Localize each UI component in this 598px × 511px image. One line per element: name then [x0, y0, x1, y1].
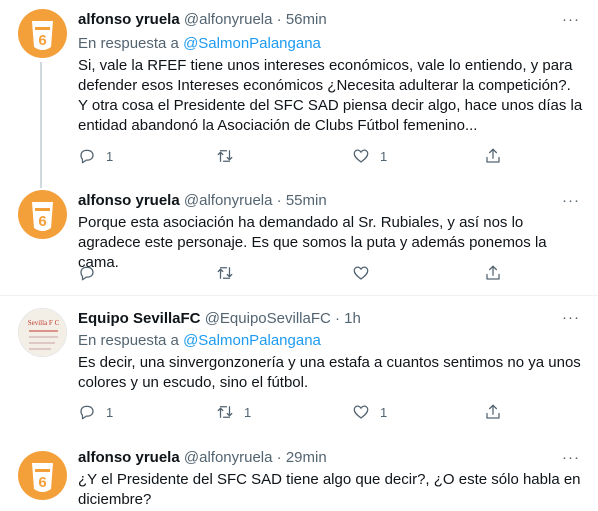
orange-6-logo-icon: 6: [18, 451, 67, 500]
retweet-button[interactable]: 1: [216, 402, 251, 422]
tweet[interactable]: Sevilla F C Equipo SevillaFC @EquipoSevi…: [0, 296, 598, 432]
reply-count: 1: [106, 404, 114, 420]
reply-icon: [80, 149, 94, 164]
handle[interactable]: @alfonyruela: [184, 11, 273, 28]
share-icon: [486, 148, 500, 163]
reply-mention-link[interactable]: @SalmonPalangana: [183, 332, 321, 349]
reply-mention-link[interactable]: @SalmonPalangana: [183, 35, 321, 52]
svg-text:6: 6: [38, 32, 46, 49]
retweet-icon: [217, 406, 233, 418]
retweet-icon: [217, 150, 233, 162]
retweet-button[interactable]: [216, 263, 244, 283]
tweet-header: alfonso yruela @alfonyruela · 29min: [78, 448, 327, 468]
reply-button[interactable]: [78, 263, 106, 283]
handle[interactable]: @alfonyruela: [184, 192, 273, 209]
reply-button[interactable]: 1: [78, 402, 113, 422]
separator: ·: [276, 449, 282, 466]
reply-icon: [80, 266, 94, 281]
heart-icon: [353, 405, 369, 419]
tweet-feed: 6 alfonso yruela @alfonyruela · 56min ··…: [0, 0, 598, 511]
retweet-count: 1: [244, 404, 252, 420]
display-name[interactable]: Equipo SevillaFC: [78, 310, 201, 327]
share-button[interactable]: [484, 402, 502, 422]
heart-icon: [353, 149, 369, 163]
share-icon: [486, 404, 500, 419]
display-name[interactable]: alfonso yruela: [78, 11, 180, 28]
like-count: 1: [380, 148, 388, 164]
tweet-text: Si, vale la RFEF tiene unos intereses ec…: [78, 57, 583, 134]
retweet-button[interactable]: [216, 146, 244, 166]
retweet-icon: [217, 267, 233, 279]
tweet-text: Es decir, una sinvergonzonería y una est…: [78, 354, 581, 391]
like-button[interactable]: 1: [352, 402, 387, 422]
tweet[interactable]: 6 alfonso yruela @alfonyruela · 55min ··…: [0, 182, 598, 296]
sevilla-fc-crest-icon: Sevilla F C: [19, 309, 66, 356]
separator: ·: [335, 310, 340, 327]
timestamp[interactable]: 1h: [344, 310, 361, 327]
more-options-icon[interactable]: ···: [562, 10, 580, 30]
separator: ·: [276, 11, 282, 28]
orange-6-logo-icon: 6: [18, 190, 67, 239]
separator: ·: [276, 192, 282, 209]
more-options-icon[interactable]: ···: [562, 448, 580, 468]
avatar[interactable]: Sevilla F C: [18, 308, 67, 357]
more-options-icon[interactable]: ···: [562, 191, 580, 211]
timestamp[interactable]: 29min: [286, 449, 327, 466]
share-icon: [486, 265, 500, 280]
more-options-icon[interactable]: ···: [562, 308, 580, 328]
tweet[interactable]: 6 alfonso yruela @alfonyruela · 56min ··…: [0, 0, 598, 184]
avatar[interactable]: 6: [18, 190, 67, 239]
handle[interactable]: @EquipoSevillaFC: [205, 310, 331, 327]
svg-text:6: 6: [38, 474, 46, 491]
thread-line: [40, 62, 42, 184]
timestamp[interactable]: 56min: [286, 11, 327, 28]
tweet-actions: 1 1: [78, 146, 508, 166]
reply-context: En respuesta a @SalmonPalangana: [78, 331, 321, 351]
heart-icon: [353, 266, 369, 280]
avatar[interactable]: 6: [18, 9, 67, 58]
reply-prefix: En respuesta a: [78, 332, 179, 349]
tweet-actions: 1 1 1: [78, 402, 508, 422]
svg-text:6: 6: [38, 213, 46, 230]
reply-icon: [80, 405, 94, 420]
handle[interactable]: @alfonyruela: [184, 449, 273, 466]
reply-prefix: En respuesta a: [78, 35, 179, 52]
share-button[interactable]: [484, 263, 502, 283]
tweet-header: alfonso yruela @alfonyruela · 55min: [78, 191, 327, 211]
thread-line: [40, 182, 42, 188]
timestamp[interactable]: 55min: [286, 192, 327, 209]
like-button[interactable]: 1: [352, 146, 387, 166]
display-name[interactable]: alfonso yruela: [78, 449, 180, 466]
display-name[interactable]: alfonso yruela: [78, 192, 180, 209]
reply-context: En respuesta a @SalmonPalangana: [78, 34, 321, 54]
avatar[interactable]: 6: [18, 451, 67, 500]
share-button[interactable]: [484, 146, 502, 166]
crest-text: Sevilla F C: [28, 319, 60, 327]
like-button[interactable]: [352, 263, 380, 283]
reply-count: 1: [106, 148, 114, 164]
tweet-text: ¿Y el Presidente del SFC SAD tiene algo …: [78, 471, 581, 508]
tweet[interactable]: 6 alfonso yruela @alfonyruela · 29min ··…: [0, 432, 598, 511]
reply-button[interactable]: 1: [78, 146, 113, 166]
orange-6-logo-icon: 6: [18, 9, 67, 58]
tweet-header: Equipo SevillaFC @EquipoSevillaFC · 1h: [78, 309, 361, 329]
like-count: 1: [380, 404, 388, 420]
tweet-actions: [78, 263, 508, 283]
tweet-header: alfonso yruela @alfonyruela · 56min: [78, 10, 327, 30]
